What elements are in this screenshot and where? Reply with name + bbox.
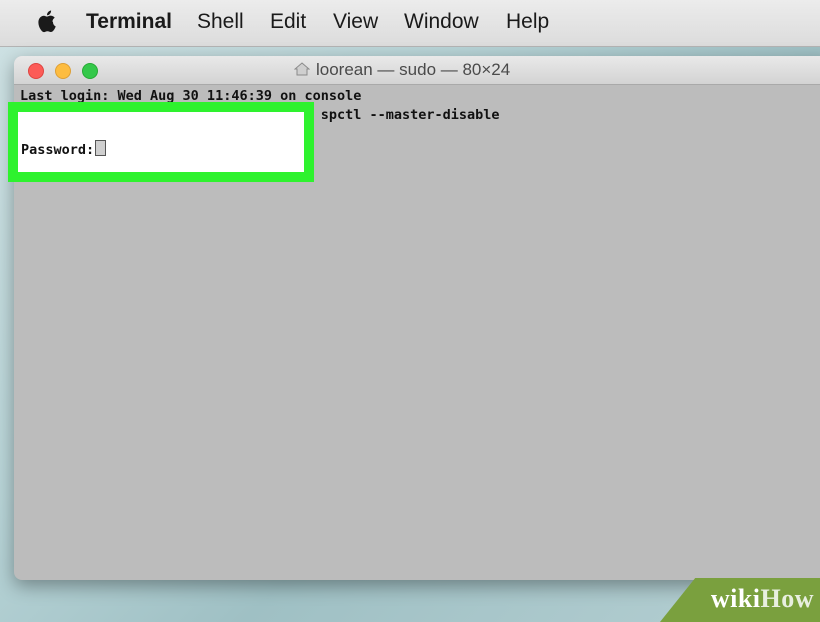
menu-bar: Terminal Shell Edit View Window Help [0, 0, 820, 47]
menu-view[interactable]: View [333, 10, 378, 34]
terminal-line: looreans-MacBook-Pro:~ loorean$ sudo spc… [20, 107, 500, 123]
terminal-line: Last login: Wed Aug 30 11:46:39 on conso… [20, 88, 362, 104]
menu-help[interactable]: Help [506, 10, 549, 34]
watermark-logo: wikiHow [711, 584, 814, 614]
watermark-how: How [760, 584, 814, 613]
menu-window[interactable]: Window [404, 10, 479, 34]
apple-menu-icon[interactable] [38, 8, 58, 34]
close-button[interactable] [28, 63, 44, 79]
terminal-output[interactable]: Last login: Wed Aug 30 11:46:39 on conso… [20, 87, 500, 125]
menu-terminal[interactable]: Terminal [86, 10, 172, 34]
window-title-group: loorean — sudo — 80×24 [294, 60, 510, 80]
menu-shell[interactable]: Shell [197, 10, 244, 34]
zoom-button[interactable] [82, 63, 98, 79]
watermark-wiki: wiki [710, 584, 761, 613]
home-icon [294, 62, 310, 76]
minimize-button[interactable] [55, 63, 71, 79]
window-titlebar[interactable]: loorean — sudo — 80×24 [14, 56, 820, 85]
window-title: loorean — sudo — 80×24 [316, 60, 511, 79]
wikihow-watermark: wikiHow [660, 578, 820, 622]
menu-edit[interactable]: Edit [270, 10, 306, 34]
terminal-window: loorean — sudo — 80×24 Last login: Wed A… [14, 56, 820, 580]
